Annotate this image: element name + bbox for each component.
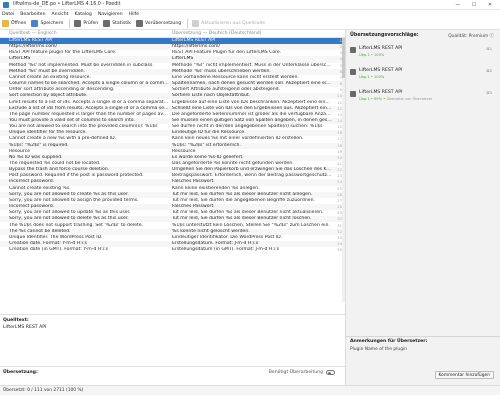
- suggestion-item[interactable]: LifterLMS REST API Übp.1 • 99% • Überset…: [350, 90, 495, 104]
- notes-label: Anmerkungen für Übersetzer:: [350, 339, 428, 344]
- chart-icon: [103, 20, 111, 27]
- suggestion-meta: Übp.1 • 100%: [359, 75, 385, 79]
- update-from-source-button[interactable]: Aktualisieren aus Quellcode: [192, 19, 265, 29]
- status-bar: Übersetzt: 0 / 111 von 2711 (100 %): [0, 385, 500, 395]
- translation-memory-icon: [350, 47, 356, 53]
- status-text: Übersetzt: 0 / 111 von 2711 (100 %): [3, 388, 84, 393]
- suggestion-text: LifterLMS REST API: [359, 68, 403, 73]
- pretranslate-icon: [135, 20, 143, 27]
- translation-label: Übersetzung:: [3, 370, 38, 375]
- save-icon: [31, 20, 39, 27]
- suggestion-shortcut: ⌘3: [486, 91, 492, 95]
- menu-edit[interactable]: Bearbeiten: [20, 12, 45, 17]
- source-text: LifterLMS REST API: [3, 325, 47, 330]
- menu-navigate[interactable]: Navigieren: [98, 12, 123, 17]
- menu-file[interactable]: Datei: [2, 12, 14, 17]
- translation-memory-icon: [350, 69, 356, 75]
- table-row[interactable]: Creation date (in GMT). Format: Y-m-d H:…: [0, 247, 345, 253]
- source-text-label: Quelltext:: [3, 318, 29, 323]
- suggestions-title: Übersetzungsvorschläge:: [350, 33, 419, 38]
- close-button[interactable]: ✕: [482, 1, 498, 9]
- string-list[interactable]: LifterLMS REST API LifterLMS REST API 1 htt…: [0, 38, 345, 302]
- window-title: liftwlms-de_DE.po • LifterLMS 4.16.0 - P…: [13, 2, 121, 7]
- row-source: Creation date (in GMT). Format: Y-m-d H:…: [9, 247, 109, 253]
- needs-work-label: Benötigt Überarbeitung: [268, 370, 323, 375]
- window-controls: — ☐ ✕: [450, 1, 498, 9]
- minimize-button[interactable]: —: [450, 1, 466, 9]
- toggle-switch[interactable]: [326, 370, 335, 375]
- notes-text: Plugin Name of the plugin: [350, 347, 407, 352]
- suggestion-text: LifterLMS REST API: [359, 46, 403, 51]
- quality-premium-link[interactable]: Qualität: Premium ⓘ: [448, 33, 494, 39]
- main-area: Quelltext — Englisch Übersetzung — Deuts…: [0, 30, 345, 385]
- toolbar: Öffnen Speichern Prüfen Statistik Vorübe…: [0, 18, 500, 30]
- row-translation: Erstellungsdatum (in GMT). Format: J-m-d…: [172, 247, 280, 253]
- toolbar-separator: [69, 19, 71, 28]
- list-header: Quelltext — Englisch Übersetzung — Deuts…: [0, 30, 345, 38]
- add-comment-button[interactable]: Kommentar hinzufügen: [434, 371, 494, 379]
- folder-icon: [2, 20, 9, 27]
- column-header-source[interactable]: Quelltext — Englisch: [9, 31, 57, 36]
- suggestion-text: LifterLMS REST API: [359, 90, 403, 95]
- suggestion-item[interactable]: LifterLMS REST API Übp.1 • 100% ⌘2: [350, 68, 495, 82]
- pretranslate-button[interactable]: Vorübersetzung: [135, 19, 181, 29]
- suggestion-shortcut: ⌘1: [486, 47, 492, 51]
- source-text-pane: Quelltext: LifterLMS REST API: [0, 314, 345, 366]
- menu-catalog[interactable]: Katalog: [74, 12, 91, 17]
- needs-work-toggle[interactable]: Benötigt Überarbeitung: [269, 370, 335, 375]
- poedit-app-icon: [3, 1, 9, 8]
- open-button[interactable]: Öffnen: [2, 19, 26, 29]
- toolbar-separator: [187, 19, 189, 28]
- menu-bar: Datei Bearbeiten Ansicht Katalog Navigie…: [0, 10, 500, 18]
- suggestion-meta: Übp.1 • 99% • Übersetzt von Übersetzer: [359, 97, 433, 101]
- save-button[interactable]: Speichern: [31, 19, 63, 29]
- translation-memory-icon: [350, 91, 356, 97]
- suggestion-item[interactable]: LifterLMS REST API Übp.1 • 100% ⌘1: [350, 46, 495, 60]
- check-icon: [74, 20, 82, 27]
- title-bar: liftwlms-de_DE.po • LifterLMS 4.16.0 - P…: [0, 0, 500, 10]
- maximize-button[interactable]: ☐: [466, 1, 482, 9]
- statistics-button[interactable]: Statistik: [103, 19, 131, 29]
- menu-help[interactable]: Hilfe: [129, 12, 139, 17]
- check-button[interactable]: Prüfen: [74, 19, 98, 29]
- refresh-icon: [192, 20, 200, 27]
- suggestion-meta: Übp.1 • 100%: [359, 53, 385, 57]
- suggestion-shortcut: ⌘2: [486, 69, 492, 73]
- menu-view[interactable]: Ansicht: [52, 12, 69, 17]
- sidebar: Übersetzungsvorschläge: Qualität: Premiu…: [345, 30, 500, 385]
- column-header-translation[interactable]: Übersetzung — Deutsch (Deutschland): [172, 31, 261, 36]
